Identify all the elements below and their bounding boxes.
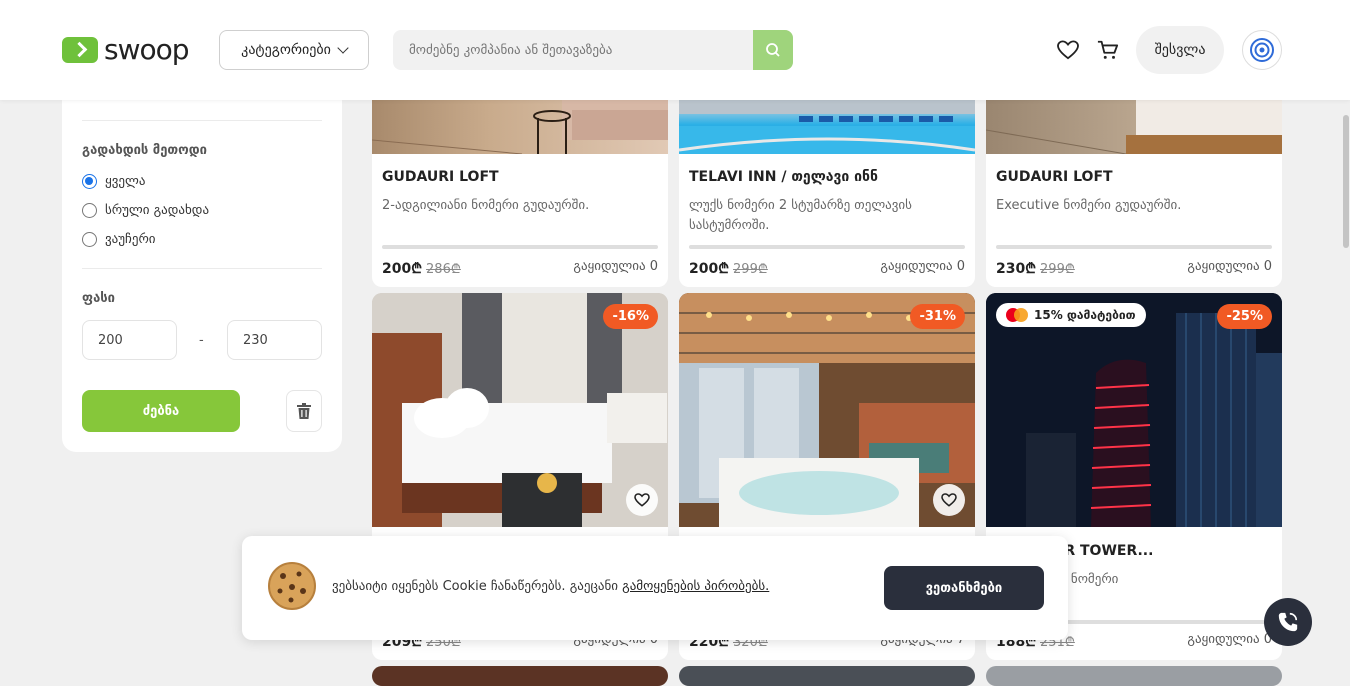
sold-count: გაყიდულია 0 (573, 259, 658, 274)
offer-card[interactable]: GUDAURI LOFT Executive ნომერი გუდაურში. … (986, 80, 1282, 287)
search-icon (766, 43, 780, 57)
offer-title: GUDAURI LOFT (996, 169, 1113, 185)
heart-icon (941, 493, 957, 507)
radio-unchecked[interactable] (82, 232, 97, 247)
price-current: 200₾ (382, 261, 423, 277)
discount-badge: -25% (1217, 304, 1272, 329)
discount-badge: -16% (603, 304, 658, 329)
search-button[interactable] (753, 30, 793, 70)
offer-description: Executive ნომერი გუდაურში. (996, 198, 1182, 213)
categories-button[interactable]: კატეგორიები (219, 30, 369, 70)
radio-unchecked[interactable] (82, 203, 97, 218)
payment-option-label: სრული გადახდა (105, 203, 210, 218)
filter-search-button[interactable]: ძებნა (82, 390, 240, 432)
sold-count: გაყიდულია 0 (1187, 632, 1272, 647)
offer-price: 230₾ 299₾ (996, 259, 1075, 278)
cookie-message: ვებსაიტი იყენებს Cookie ჩანაწერებს. გაეც… (332, 579, 769, 594)
price-old: 286₾ (426, 262, 461, 277)
promo-badge: 15% დამატებით (996, 303, 1146, 327)
sold-progress-bar (689, 245, 965, 249)
offer-description: 2-ადგილიანი ნომერი გუდაურში. (382, 198, 590, 213)
swoop-logo[interactable]: swoop (62, 33, 190, 66)
add-favorite-button[interactable] (626, 484, 658, 516)
cookie-icon (268, 562, 316, 610)
sold-progress-bar (996, 245, 1272, 249)
payment-option-all[interactable]: ყველა (82, 174, 145, 189)
sold-progress-bar (382, 245, 658, 249)
profile-avatar-icon[interactable] (1242, 30, 1282, 70)
offer-price: 200₾ 299₾ (689, 259, 768, 278)
mastercard-icon (1006, 308, 1028, 322)
price-min-input[interactable]: 200 (82, 320, 177, 360)
offer-price: 200₾ 286₾ (382, 259, 461, 278)
scrollbar-thumb[interactable] (1343, 115, 1349, 248)
discount-badge: -31% (910, 304, 965, 329)
search-input[interactable] (393, 30, 753, 70)
payment-method-title: გადახდის მეთოდი (82, 143, 207, 158)
login-button[interactable]: შესვლა (1136, 26, 1224, 74)
price-old: 299₾ (733, 262, 768, 277)
filter-sidebar: გადახდის მეთოდი ყველა სრული გადახდა ვაუჩ… (62, 90, 342, 452)
cookie-text: ვებსაიტი იყენებს Cookie ჩანაწერებს. გაეც… (332, 579, 623, 594)
offer-card[interactable] (372, 666, 668, 686)
sold-count: გაყიდულია 0 (880, 259, 965, 274)
offer-image: -31% (679, 293, 975, 527)
price-title: ფასი (82, 291, 115, 306)
offer-card[interactable]: GUDAURI LOFT 2-ადგილიანი ნომერი გუდაურში… (372, 80, 668, 287)
price-dash: - (199, 333, 204, 348)
add-favorite-button[interactable] (933, 484, 965, 516)
divider (82, 120, 322, 121)
trash-icon (297, 403, 311, 419)
search-bar (393, 30, 793, 70)
clear-filters-button[interactable] (286, 390, 322, 432)
promo-text: 15% დამატებით (1034, 308, 1136, 322)
divider (82, 268, 322, 269)
payment-option-label: ვაუჩერი (105, 232, 156, 247)
categories-label: კატეგორიები (241, 42, 331, 58)
radio-checked[interactable] (82, 174, 97, 189)
offer-image: -16% (372, 293, 668, 527)
offer-title: GUDAURI LOFT (382, 169, 499, 185)
price-old: 299₾ (1040, 262, 1075, 277)
accept-cookies-button[interactable]: ვეთანხმები (884, 566, 1044, 610)
cart-icon[interactable] (1096, 38, 1120, 62)
phone-icon (1278, 612, 1298, 632)
offer-card[interactable] (679, 666, 975, 686)
favorites-heart-icon[interactable] (1056, 38, 1080, 62)
payment-option-full[interactable]: სრული გადახდა (82, 203, 209, 218)
offer-title: TELAVI INN / თელავი ინნ (689, 169, 878, 185)
heart-icon (634, 493, 650, 507)
price-max-input[interactable]: 230 (227, 320, 322, 360)
cookie-banner: ვებსაიტი იყენებს Cookie ჩანაწერებს. გაეც… (242, 536, 1068, 640)
logo-arrow-icon (62, 36, 98, 63)
sold-count: გაყიდულია 0 (1187, 259, 1272, 274)
offer-description: ლუქს ნომერი 2 სტუმარზე თელავის სასტუმროშ… (689, 198, 912, 233)
offer-card[interactable]: TELAVI INN / თელავი ინნ ლუქს ნომერი 2 სტ… (679, 80, 975, 287)
top-header: swoop კატეგორიები შესვლა (0, 0, 1350, 100)
payment-option-label: ყველა (105, 174, 146, 189)
price-current: 230₾ (996, 261, 1037, 277)
price-current: 200₾ (689, 261, 730, 277)
payment-option-voucher[interactable]: ვაუჩერი (82, 232, 156, 247)
logo-text: swoop (104, 33, 190, 66)
call-button[interactable] (1264, 598, 1312, 646)
chevron-down-icon (337, 42, 349, 54)
offer-image: 15% დამატებით -25% (986, 293, 1282, 527)
terms-link[interactable]: გამოყენების პირობებს. (622, 579, 769, 594)
offer-card[interactable] (986, 666, 1282, 686)
